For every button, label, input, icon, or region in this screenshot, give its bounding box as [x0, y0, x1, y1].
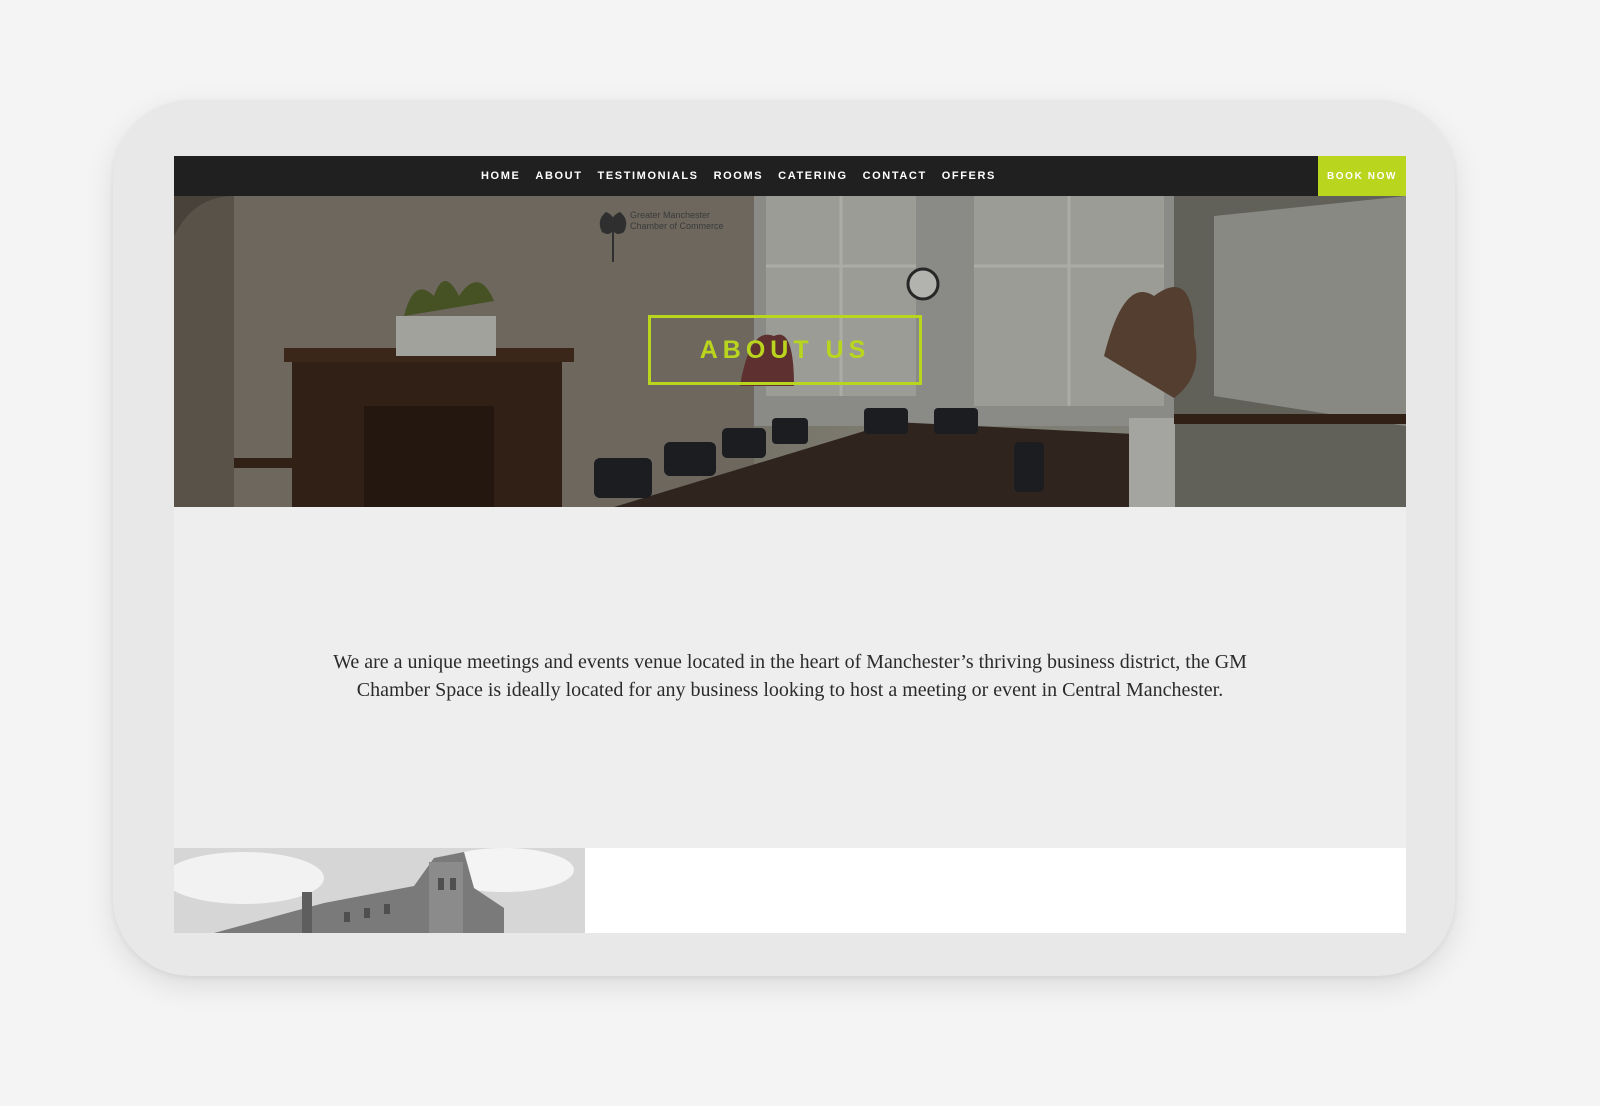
hero-title: ABOUT US — [699, 335, 871, 364]
book-now-button[interactable]: BOOK NOW — [1318, 156, 1406, 196]
nav-offers[interactable]: OFFERS — [942, 170, 996, 182]
nav-home[interactable]: HOME — [481, 170, 520, 182]
hero-banner: Greater Manchester Chamber of Commerce A… — [174, 196, 1406, 507]
nav-rooms[interactable]: ROOMS — [714, 170, 764, 182]
nav-catering[interactable]: CATERING — [778, 170, 847, 182]
hero-title-frame: ABOUT US — [648, 315, 922, 385]
website-screen: HOME ABOUT TESTIMONIALS ROOMS CATERING C… — [174, 156, 1406, 933]
intro-paragraph: We are a unique meetings and events venu… — [333, 651, 1247, 701]
lower-section — [174, 848, 1406, 933]
nav-menu: HOME ABOUT TESTIMONIALS ROOMS CATERING C… — [174, 156, 1406, 196]
building-photo — [174, 848, 585, 933]
nav-about[interactable]: ABOUT — [535, 170, 582, 182]
nav-testimonials[interactable]: TESTIMONIALS — [598, 170, 699, 182]
top-navbar: HOME ABOUT TESTIMONIALS ROOMS CATERING C… — [174, 156, 1406, 196]
nav-contact[interactable]: CONTACT — [863, 170, 927, 182]
